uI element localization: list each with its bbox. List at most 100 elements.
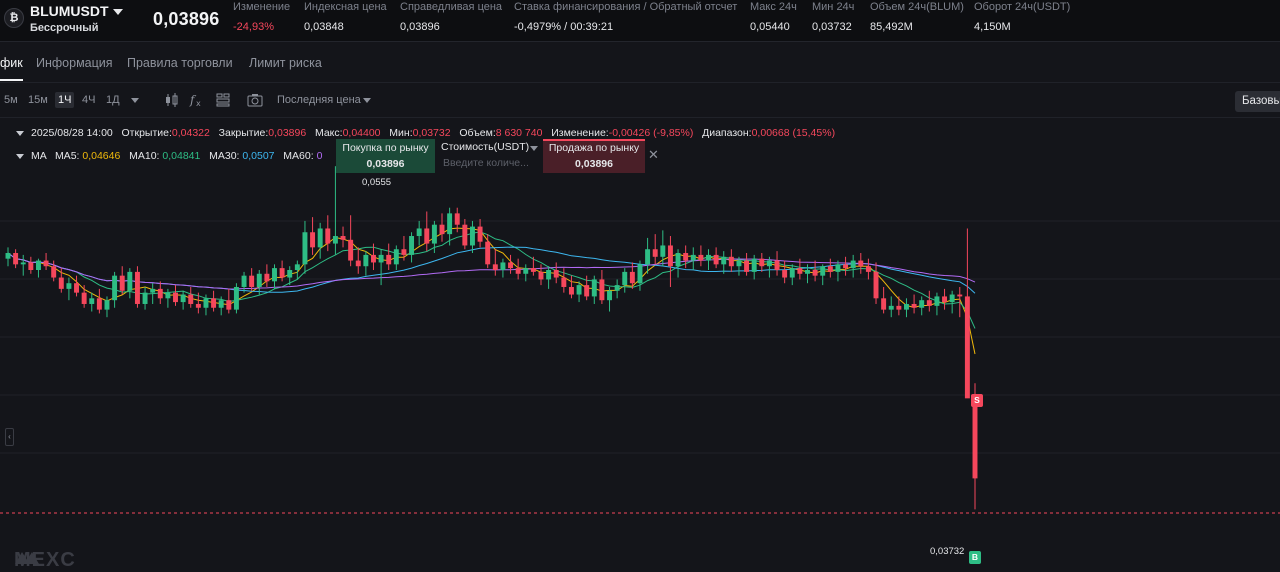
price-chart[interactable]: 2025/08/28 14:00 Открытие:0,04322 Закрыт… [0,119,1280,572]
candle-down [865,266,871,272]
candle-up [287,270,293,278]
candle-down [325,228,331,244]
stat-value: 85,492M [870,21,913,33]
close-icon[interactable]: ✕ [648,147,659,163]
timeframe-5m[interactable]: 5м [4,94,18,106]
candle-down [972,397,978,479]
camera-icon[interactable] [246,91,264,109]
legend-close: 0,03896 [268,127,307,139]
chevron-down-icon [363,98,371,103]
candle-up [576,285,582,295]
candlestick-type-icon[interactable] [163,91,181,109]
buy-trade-marker[interactable]: B [969,551,981,564]
stat-value: 0,03848 [304,21,344,33]
candle-up [469,226,475,246]
expand-panel-icon[interactable]: ‹ [5,428,14,446]
candle-down [211,298,217,308]
timeframe-15m[interactable]: 15м [28,94,48,106]
legend-range: 0,00668 (15,45%) [751,127,836,139]
candle-up [104,300,110,310]
legend-change: -0,00426 (-9,85%) [608,127,694,139]
candle-down [439,224,445,235]
collapse-ma-icon[interactable] [16,153,24,159]
candle-down [81,292,87,304]
candle-up [447,213,453,235]
tab-risk-limit[interactable]: Лимит риска [249,56,322,70]
candle-up [949,294,955,303]
chart-tabs: фик Информация Правила торговли Лимит ри… [0,43,1280,83]
market-sell-label: Продажа по рынку [548,142,640,154]
market-sell-button[interactable]: Продажа по рынку 0,03896 [543,139,645,173]
legend-range-label: Диапазон: [702,127,752,139]
ma-legend: MA MA5: 0,04646 MA10: 0,04841 MA30: 0,05… [16,150,322,162]
candle-down [386,254,392,265]
candle-down [713,254,719,265]
layout-settings-icon[interactable] [214,91,232,109]
high-price-marker: 0,0555 [362,177,392,188]
timeframe-1h[interactable]: 1Ч [55,92,75,108]
candle-up [500,262,506,270]
market-buy-button[interactable]: Покупка по рынку 0,03896 [336,139,435,173]
view-mode-button[interactable]: Базовый [1235,91,1280,112]
candle-up [165,292,171,299]
candle-up [332,236,338,244]
timeframe-1d[interactable]: 1Д [106,94,120,106]
candle-up [690,254,696,261]
candle-up [820,266,826,276]
symbol-dropdown-icon[interactable] [113,9,123,15]
candle-up [888,305,894,310]
price-type-select[interactable]: Последняя цена [277,94,361,106]
candle-down [911,303,917,308]
legend-low: 0,03732 [412,127,451,139]
legend-date: 2025/08/28 14:00 [31,127,113,139]
legend-open-label: Открытие: [121,127,172,139]
candle-down [340,236,346,240]
legend-high-label: Макс: [314,127,343,139]
symbol-name[interactable]: BLUMUSDT [30,3,109,19]
candle-down [942,296,948,303]
candle-up [142,292,148,304]
candle-down [561,277,567,287]
candle-down [683,253,689,261]
candle-down [485,241,491,265]
tab-info[interactable]: Информация [36,56,113,70]
tab-trading-rules[interactable]: Правила торговли [127,56,233,70]
stat-value: 0,03732 [812,21,852,33]
timeframe-4h[interactable]: 4Ч [82,94,95,106]
amount-unit-select[interactable]: Стоимость(USDT) [441,141,529,153]
collapse-legend-icon[interactable] [16,130,24,136]
indicators-icon[interactable]: f x [188,91,206,109]
candle-down [896,305,902,310]
chevron-down-icon[interactable] [530,146,538,151]
candle-up [203,298,209,308]
candlestick-chart[interactable] [0,119,1280,572]
candle-down [401,249,407,255]
more-timeframes-icon[interactable] [131,98,139,103]
candle-down [96,298,102,310]
candle-down [195,303,201,308]
candle-down [652,249,658,257]
sell-trade-marker[interactable]: S [971,394,983,407]
stat-label: Объем 24ч(BLUM) [870,1,964,13]
ma5-value: 0,04646 [82,150,121,162]
amount-input[interactable] [443,156,535,170]
candle-down [492,264,498,270]
candle-down [74,283,80,293]
mexc-watermark: MEXC [14,549,76,572]
candle-up [294,264,300,270]
chart-toolbar: 5м 15м 1Ч 4Ч 1Д f x Последняя цена Базов… [0,84,1280,118]
candle-up [523,268,529,274]
candle-up [180,294,186,303]
legend-volume-label: Объем: [459,127,496,139]
candle-up [378,254,384,263]
candle-up [591,279,597,297]
legend-open: 0,04322 [171,127,210,139]
candle-up [272,268,277,282]
candle-down [629,271,635,284]
candle-up [431,224,437,244]
stat-value: -24,93% [233,21,274,33]
candle-up [706,254,711,261]
ma10-line [7,231,976,329]
candle-up [35,260,41,270]
tab-chart[interactable]: фик [0,56,23,81]
